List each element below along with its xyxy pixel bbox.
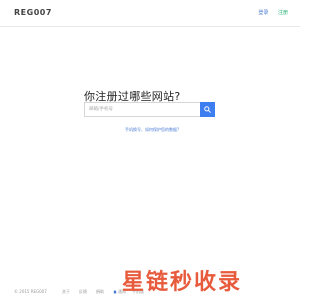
- login-link[interactable]: 登录: [258, 10, 268, 16]
- footer-donate-link[interactable]: 捐助: [96, 289, 104, 295]
- search-form: [84, 102, 215, 117]
- site-logo[interactable]: REG007: [14, 8, 52, 17]
- watermark-text: 星链秒收录: [122, 270, 243, 295]
- top-nav: 登录 注册: [250, 9, 288, 16]
- footer-about-link[interactable]: 关于: [62, 289, 70, 295]
- help-link[interactable]: 手机换号、如何保护您的数据?: [125, 127, 179, 133]
- footer-feedback-link[interactable]: 反馈: [79, 289, 87, 295]
- bell-icon: [113, 290, 117, 294]
- top-bar: REG007 登录 注册: [0, 0, 300, 27]
- copyright-text: © 2015 REG007: [14, 289, 47, 294]
- search-icon: [204, 106, 211, 113]
- search-button[interactable]: [200, 102, 215, 117]
- register-link[interactable]: 注册: [278, 10, 288, 16]
- search-input[interactable]: [84, 102, 200, 117]
